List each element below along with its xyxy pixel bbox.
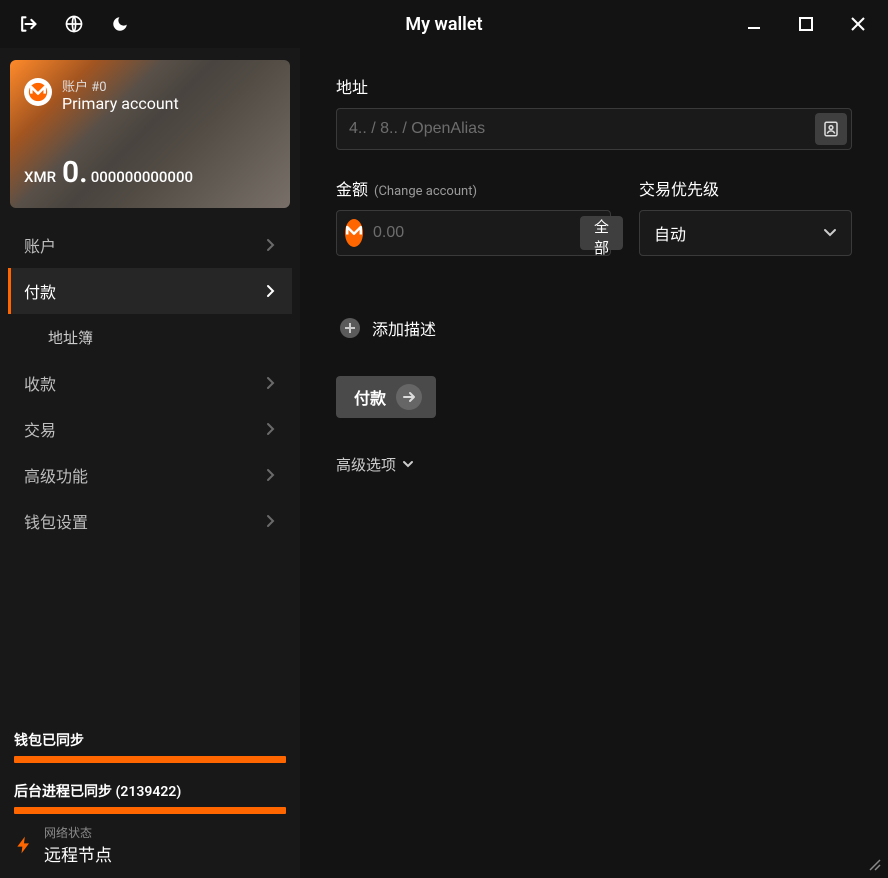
nav: 账户 付款 地址簿 收款 交易	[8, 222, 292, 544]
chevron-right-icon	[266, 284, 276, 298]
nav-item-address-book[interactable]: 地址簿	[8, 314, 292, 360]
nav-item-receive[interactable]: 收款	[8, 360, 292, 406]
nav-label: 交易	[24, 417, 56, 441]
address-label: 地址	[336, 74, 852, 98]
add-description-button[interactable]: 添加描述	[340, 316, 852, 340]
chevron-down-icon	[402, 460, 414, 469]
moon-icon[interactable]	[108, 12, 132, 36]
account-card[interactable]: 账户 #0 Primary account XMR 0. 00000000000…	[10, 60, 290, 208]
send-button-label: 付款	[354, 385, 386, 409]
nav-label: 高级功能	[24, 463, 88, 487]
balance-fraction: 000000000000	[91, 168, 193, 186]
chevron-right-icon	[266, 238, 276, 252]
nav-label: 付款	[24, 279, 56, 303]
address-book-button[interactable]	[815, 113, 847, 145]
change-account-link[interactable]: (Change account)	[374, 184, 477, 199]
amount-input-wrap: 全部	[336, 210, 611, 256]
priority-value: 自动	[654, 221, 686, 245]
account-number: 账户 #0	[62, 76, 276, 95]
daemon-sync-label: 后台进程已同步 (2139422)	[14, 781, 286, 801]
logout-icon[interactable]	[16, 12, 40, 36]
amount-all-button[interactable]: 全部	[580, 216, 623, 250]
chevron-right-icon	[266, 468, 276, 482]
close-button[interactable]	[836, 2, 880, 46]
network-status-label: 网络状态	[44, 824, 112, 841]
balance: XMR 0. 000000000000	[24, 155, 193, 190]
nav-item-advanced[interactable]: 高级功能	[8, 452, 292, 498]
chevron-right-icon	[266, 422, 276, 436]
nav-item-transactions[interactable]: 交易	[8, 406, 292, 452]
daemon-sync-bar	[14, 807, 286, 814]
nav-item-send[interactable]: 付款	[8, 268, 292, 314]
priority-select[interactable]: 自动	[639, 210, 852, 256]
monero-logo-icon	[24, 78, 52, 106]
nav-label: 收款	[24, 371, 56, 395]
nav-item-settings[interactable]: 钱包设置	[8, 498, 292, 544]
bolt-icon	[14, 831, 34, 859]
account-name: Primary account	[62, 94, 276, 113]
monero-icon	[345, 219, 363, 247]
nav-label: 钱包设置	[24, 509, 88, 533]
advanced-options-toggle[interactable]: 高级选项	[336, 454, 852, 475]
send-button[interactable]: 付款	[336, 376, 436, 418]
advanced-options-label: 高级选项	[336, 454, 396, 475]
address-input[interactable]	[349, 120, 815, 138]
chevron-down-icon	[823, 228, 837, 238]
sidebar: 账户 #0 Primary account XMR 0. 00000000000…	[0, 48, 300, 878]
nav-label: 地址簿	[48, 327, 93, 348]
globe-icon[interactable]	[62, 12, 86, 36]
nav-label: 账户	[24, 233, 56, 257]
arrow-right-icon	[396, 384, 422, 410]
plus-icon	[340, 318, 360, 338]
wallet-sync-label: 钱包已同步	[14, 730, 286, 750]
maximize-button[interactable]	[784, 2, 828, 46]
address-input-wrap	[336, 108, 852, 150]
amount-input[interactable]	[373, 224, 580, 242]
amount-label: 金额	[336, 176, 368, 200]
add-description-label: 添加描述	[372, 316, 436, 340]
balance-whole: 0.	[62, 155, 88, 190]
nav-item-accounts[interactable]: 账户	[8, 222, 292, 268]
chevron-right-icon	[266, 376, 276, 390]
priority-label: 交易优先级	[639, 176, 852, 200]
balance-currency: XMR	[24, 168, 56, 186]
network-status[interactable]: 网络状态 远程节点	[14, 824, 286, 866]
wallet-sync-bar	[14, 756, 286, 763]
main-panel: 地址 金额 (Change account) 全部	[300, 48, 888, 878]
chevron-right-icon	[266, 514, 276, 528]
resize-grip[interactable]	[868, 858, 882, 872]
network-mode: 远程节点	[44, 841, 112, 866]
minimize-button[interactable]	[732, 2, 776, 46]
